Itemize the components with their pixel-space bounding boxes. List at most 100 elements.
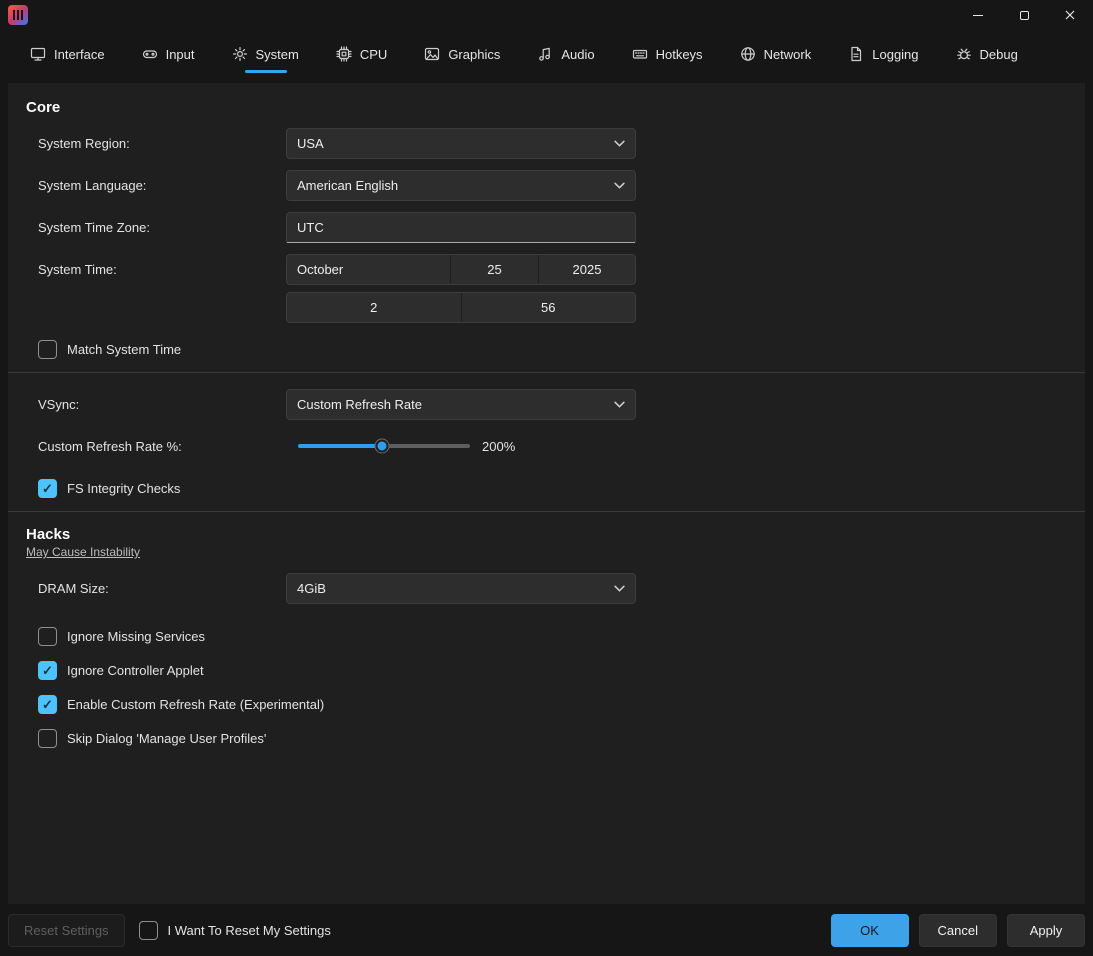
- tab-graphics[interactable]: Graphics: [422, 40, 502, 68]
- system-time-date-row: System Time: October 25 2025: [26, 248, 1067, 290]
- minimize-icon: [973, 15, 983, 16]
- cancel-button[interactable]: Cancel: [919, 914, 997, 947]
- system-clock-picker: 2 56: [286, 292, 636, 323]
- ok-button[interactable]: OK: [831, 914, 909, 947]
- system-region-row: System Region: USA: [26, 122, 1067, 164]
- system-region-dropdown[interactable]: USA: [286, 128, 636, 159]
- music-note-icon: [537, 46, 553, 62]
- dialog-buttons: OK Cancel Apply: [831, 914, 1085, 947]
- ignore-missing-services-checkbox[interactable]: ✓: [38, 627, 57, 646]
- tab-debug[interactable]: Debug: [954, 40, 1020, 68]
- minute-field[interactable]: 56: [462, 293, 636, 322]
- slider-thumb[interactable]: [376, 440, 389, 453]
- hour-field[interactable]: 2: [287, 293, 462, 322]
- tab-hotkeys[interactable]: Hotkeys: [630, 40, 705, 68]
- chevron-down-icon: [614, 401, 625, 408]
- system-time-zone-value: UTC: [297, 220, 324, 235]
- minimize-button[interactable]: [955, 0, 1001, 30]
- checkmark-icon: ✓: [42, 698, 53, 711]
- ignore-controller-applet-checkbox[interactable]: ✓: [38, 661, 57, 680]
- tab-label: Network: [764, 47, 812, 62]
- document-icon: [848, 46, 864, 62]
- system-time-zone-input[interactable]: UTC: [286, 212, 636, 243]
- system-region-label: System Region:: [38, 136, 286, 151]
- vsync-row: VSync: Custom Refresh Rate: [26, 383, 1067, 425]
- enable-custom-refresh-rate-label: Enable Custom Refresh Rate (Experimental…: [67, 697, 324, 712]
- dram-size-value: 4GiB: [297, 581, 326, 596]
- settings-window: Interface Input System CPU Graphics Audi…: [0, 0, 1093, 956]
- reset-confirm-row: ✓ I Want To Reset My Settings: [139, 917, 331, 943]
- skip-dialog-manage-user-profiles-row: ✓ Skip Dialog 'Manage User Profiles': [38, 725, 1067, 751]
- custom-refresh-rate-slider[interactable]: [298, 437, 470, 455]
- system-region-value: USA: [297, 136, 324, 151]
- fs-integrity-checkbox[interactable]: ✓: [38, 479, 57, 498]
- fs-integrity-label: FS Integrity Checks: [67, 481, 180, 496]
- tab-network[interactable]: Network: [738, 40, 814, 68]
- tab-label: System: [256, 47, 299, 62]
- reset-confirm-checkbox[interactable]: ✓: [139, 921, 158, 940]
- ignore-missing-services-label: Ignore Missing Services: [67, 629, 205, 644]
- ignore-controller-applet-label: Ignore Controller Applet: [67, 663, 204, 678]
- cpu-icon: [336, 46, 352, 62]
- system-language-value: American English: [297, 178, 398, 193]
- slider-fill: [298, 444, 382, 448]
- month-field[interactable]: October: [287, 255, 451, 284]
- fs-integrity-row: ✓ FS Integrity Checks: [38, 475, 1067, 501]
- settings-tab-bar: Interface Input System CPU Graphics Audi…: [0, 30, 1093, 78]
- ignore-controller-applet-row: ✓ Ignore Controller Applet: [38, 657, 1067, 683]
- tab-label: Interface: [54, 47, 105, 62]
- close-button[interactable]: [1047, 0, 1093, 30]
- close-icon: [1065, 10, 1075, 20]
- custom-refresh-rate-row: Custom Refresh Rate %: 200%: [26, 425, 1067, 467]
- system-date-picker: October 25 2025: [286, 254, 636, 285]
- tab-cpu[interactable]: CPU: [334, 40, 389, 68]
- vsync-dropdown[interactable]: Custom Refresh Rate: [286, 389, 636, 420]
- globe-icon: [740, 46, 756, 62]
- vsync-value: Custom Refresh Rate: [297, 397, 422, 412]
- system-settings-panel: Core System Region: USA System Language:…: [8, 83, 1085, 904]
- custom-refresh-rate-control: 200%: [298, 437, 515, 455]
- hacks-heading: Hacks: [26, 526, 1067, 543]
- tab-label: Hotkeys: [656, 47, 703, 62]
- system-time-clock-row: 2 56: [26, 286, 1067, 328]
- checkmark-icon: ✓: [42, 482, 53, 495]
- skip-dialog-checkbox[interactable]: ✓: [38, 729, 57, 748]
- reset-settings-button[interactable]: Reset Settings: [8, 914, 125, 947]
- keyboard-icon: [632, 46, 648, 62]
- gamepad-icon: [142, 46, 158, 62]
- tab-logging[interactable]: Logging: [846, 40, 920, 68]
- system-time-zone-row: System Time Zone: UTC: [26, 206, 1067, 248]
- tab-audio[interactable]: Audio: [535, 40, 596, 68]
- apply-button[interactable]: Apply: [1007, 914, 1085, 947]
- match-system-time-row: ✓ Match System Time: [38, 336, 1067, 362]
- hacks-warning: May Cause Instability: [26, 545, 1067, 559]
- maximize-button[interactable]: [1001, 0, 1047, 30]
- chevron-down-icon: [614, 182, 625, 189]
- footer-bar: Reset Settings ✓ I Want To Reset My Sett…: [0, 904, 1093, 956]
- enable-custom-refresh-rate-checkbox[interactable]: ✓: [38, 695, 57, 714]
- bug-icon: [956, 46, 972, 62]
- year-field[interactable]: 2025: [539, 255, 635, 284]
- gear-icon: [232, 46, 248, 62]
- enable-custom-refresh-rate-row: ✓ Enable Custom Refresh Rate (Experiment…: [38, 691, 1067, 717]
- day-field[interactable]: 25: [451, 255, 539, 284]
- window-controls: [955, 0, 1093, 30]
- system-language-dropdown[interactable]: American English: [286, 170, 636, 201]
- core-heading: Core: [26, 99, 1067, 116]
- title-bar: [0, 0, 1093, 30]
- tab-input[interactable]: Input: [140, 40, 197, 68]
- tab-label: CPU: [360, 47, 387, 62]
- tab-label: Graphics: [448, 47, 500, 62]
- skip-dialog-label: Skip Dialog 'Manage User Profiles': [67, 731, 266, 746]
- dram-size-dropdown[interactable]: 4GiB: [286, 573, 636, 604]
- dram-size-label: DRAM Size:: [38, 581, 286, 596]
- match-system-time-checkbox[interactable]: ✓: [38, 340, 57, 359]
- reset-confirm-label: I Want To Reset My Settings: [168, 923, 331, 938]
- chevron-down-icon: [614, 140, 625, 147]
- tab-interface[interactable]: Interface: [28, 40, 107, 68]
- custom-refresh-rate-value: 200%: [482, 439, 515, 454]
- image-icon: [424, 46, 440, 62]
- tab-system[interactable]: System: [230, 40, 301, 68]
- section-divider: [8, 511, 1085, 512]
- custom-refresh-rate-label: Custom Refresh Rate %:: [38, 439, 286, 454]
